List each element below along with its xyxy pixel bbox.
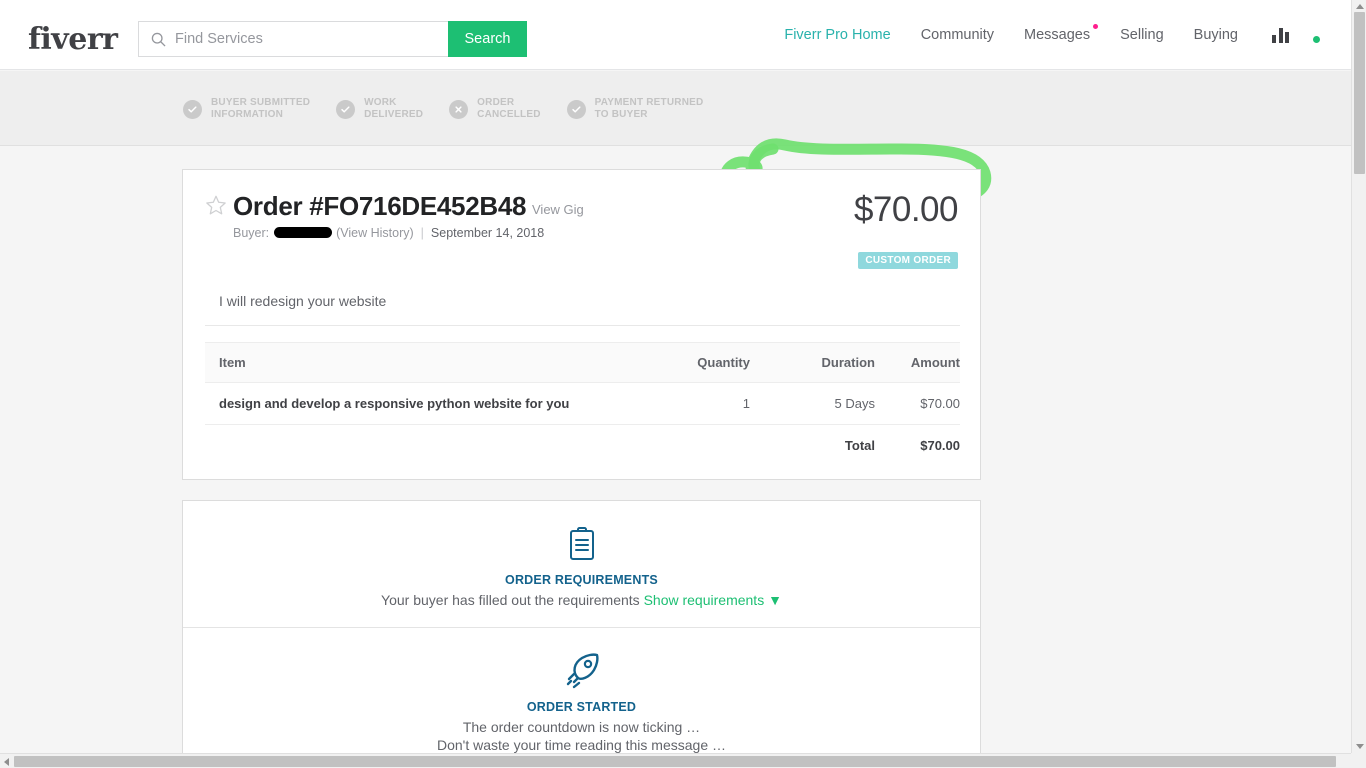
step-buyer-submitted-information: BUYER SUBMITTED INFORMATION bbox=[183, 97, 310, 121]
cell-item: design and develop a responsive python w… bbox=[205, 382, 630, 425]
event-order-requirements: ORDER REQUIREMENTS Your buyer has filled… bbox=[183, 501, 980, 627]
meta-separator: | bbox=[420, 226, 424, 240]
cell-quantity: 1 bbox=[630, 382, 750, 425]
total-value: $70.00 bbox=[920, 438, 960, 453]
table-footer: Total $70.00 bbox=[205, 425, 960, 467]
event-title: ORDER STARTED bbox=[526, 700, 637, 714]
horizontal-scrollbar-thumb[interactable] bbox=[14, 756, 1336, 767]
check-circle-icon bbox=[566, 99, 586, 119]
order-events-card: ORDER REQUIREMENTS Your buyer has filled… bbox=[182, 500, 981, 758]
x-circle-icon bbox=[449, 99, 469, 119]
search-button[interactable]: Search bbox=[448, 21, 527, 57]
divider bbox=[205, 325, 960, 326]
check-circle-icon bbox=[183, 99, 202, 119]
order-date: September 14, 2018 bbox=[430, 226, 545, 240]
event-body-line1: The order countdown is now ticking … bbox=[462, 719, 701, 735]
nav-fiverr-pro-home[interactable]: Fiverr Pro Home bbox=[784, 27, 890, 43]
scroll-up-arrow-icon[interactable] bbox=[1356, 4, 1364, 9]
order-status-band: BUYER SUBMITTED INFORMATION WORK DELIVER… bbox=[0, 71, 1351, 213]
step-label: ORDER CANCELLED bbox=[477, 97, 541, 120]
clipboard-icon bbox=[183, 523, 980, 565]
scroll-down-arrow-icon[interactable] bbox=[1356, 744, 1364, 749]
column-header-amount: Amount bbox=[875, 342, 960, 383]
search-box[interactable] bbox=[138, 21, 449, 57]
online-status-dot bbox=[1312, 35, 1321, 44]
order-items-table: Item Quantity Duration Amount design and… bbox=[205, 342, 960, 466]
column-header-duration: Duration bbox=[750, 342, 875, 383]
table-row: design and develop a responsive python w… bbox=[205, 382, 960, 425]
nav-selling[interactable]: Selling bbox=[1120, 27, 1164, 43]
star-outline-icon[interactable] bbox=[205, 194, 227, 221]
scrollbar-corner bbox=[1351, 753, 1366, 768]
order-progress-steps: BUYER SUBMITTED INFORMATION WORK DELIVER… bbox=[183, 97, 729, 121]
order-card-header: Order #FO716DE452B48 View Gig Buyer: x (… bbox=[183, 170, 980, 278]
cell-amount: $70.00 bbox=[875, 382, 960, 425]
total-label: Total bbox=[844, 438, 875, 453]
main-nav: Fiverr Pro Home Community Messages Selli… bbox=[784, 0, 1321, 70]
vertical-scrollbar[interactable] bbox=[1351, 0, 1366, 753]
site-header: fiverr Search Fiverr Pro Home Community … bbox=[0, 0, 1351, 70]
order-price: $70.00 bbox=[853, 190, 959, 229]
table-body: design and develop a responsive python w… bbox=[205, 382, 960, 425]
bar-chart-icon[interactable] bbox=[1272, 27, 1289, 43]
buyer-name-redacted: x bbox=[273, 227, 332, 239]
step-work-delivered: WORK DELIVERED bbox=[336, 97, 423, 121]
total-spacer-2 bbox=[630, 425, 750, 467]
scroll-left-arrow-icon[interactable] bbox=[4, 758, 9, 766]
step-label: PAYMENT RETURNED TO BUYER bbox=[594, 97, 704, 120]
check-circle-icon bbox=[336, 99, 356, 119]
rocket-icon bbox=[183, 650, 980, 692]
step-label: BUYER SUBMITTED INFORMATION bbox=[211, 97, 311, 120]
event-body: The order countdown is now ticking … Don… bbox=[183, 718, 980, 754]
step-order-cancelled: ORDER CANCELLED bbox=[449, 97, 540, 121]
buyer-label: Buyer: bbox=[233, 226, 270, 240]
table-header: Item Quantity Duration Amount bbox=[205, 342, 960, 383]
view-history-link[interactable]: (View History) bbox=[336, 226, 414, 240]
column-header-item: Item bbox=[205, 342, 630, 383]
nav-messages[interactable]: Messages bbox=[1024, 24, 1099, 43]
search-input[interactable] bbox=[175, 31, 449, 47]
step-label: WORK DELIVERED bbox=[364, 97, 424, 120]
column-header-quantity: Quantity bbox=[630, 342, 750, 383]
event-title: ORDER REQUIREMENTS bbox=[505, 573, 658, 587]
table-total-row: Total $70.00 bbox=[205, 425, 960, 467]
nav-community[interactable]: Community bbox=[921, 27, 994, 43]
event-body-text: Your buyer has filled out the requiremen… bbox=[381, 592, 640, 608]
step-payment-returned-to-buyer: PAYMENT RETURNED TO BUYER bbox=[566, 97, 704, 121]
status-badge: CUSTOM ORDER bbox=[858, 252, 958, 269]
page-title: Order #FO716DE452B48 bbox=[233, 191, 527, 221]
search-icon bbox=[151, 32, 166, 47]
event-body: Your buyer has filled out the requiremen… bbox=[183, 591, 980, 609]
messages-notification-dot bbox=[1093, 24, 1099, 29]
event-body-line2: Don't waste your time reading this messa… bbox=[436, 737, 727, 753]
order-meta: Buyer: x (View History) | September 14, 20… bbox=[233, 226, 544, 240]
view-gig-link[interactable]: View Gig bbox=[532, 202, 584, 217]
nav-buying[interactable]: Buying bbox=[1194, 27, 1238, 43]
cell-duration: 5 Days bbox=[750, 382, 875, 425]
order-summary-card: Order #FO716DE452B48 View Gig Buyer: x (… bbox=[182, 169, 981, 480]
total-spacer bbox=[205, 425, 630, 467]
nav-messages-label: Messages bbox=[1024, 27, 1091, 43]
page-root: fiverr Search Fiverr Pro Home Community … bbox=[0, 0, 1366, 768]
vertical-scrollbar-thumb[interactable] bbox=[1354, 12, 1365, 174]
fiverr-logo[interactable]: fiverr bbox=[28, 22, 118, 57]
event-order-started: ORDER STARTED The order countdown is now… bbox=[183, 627, 980, 768]
gig-description: I will redesign your website bbox=[219, 293, 387, 309]
show-requirements-link[interactable]: Show requirements ▼ bbox=[644, 592, 782, 608]
horizontal-scrollbar[interactable] bbox=[0, 753, 1366, 768]
table-header-row: Item Quantity Duration Amount bbox=[205, 342, 960, 383]
